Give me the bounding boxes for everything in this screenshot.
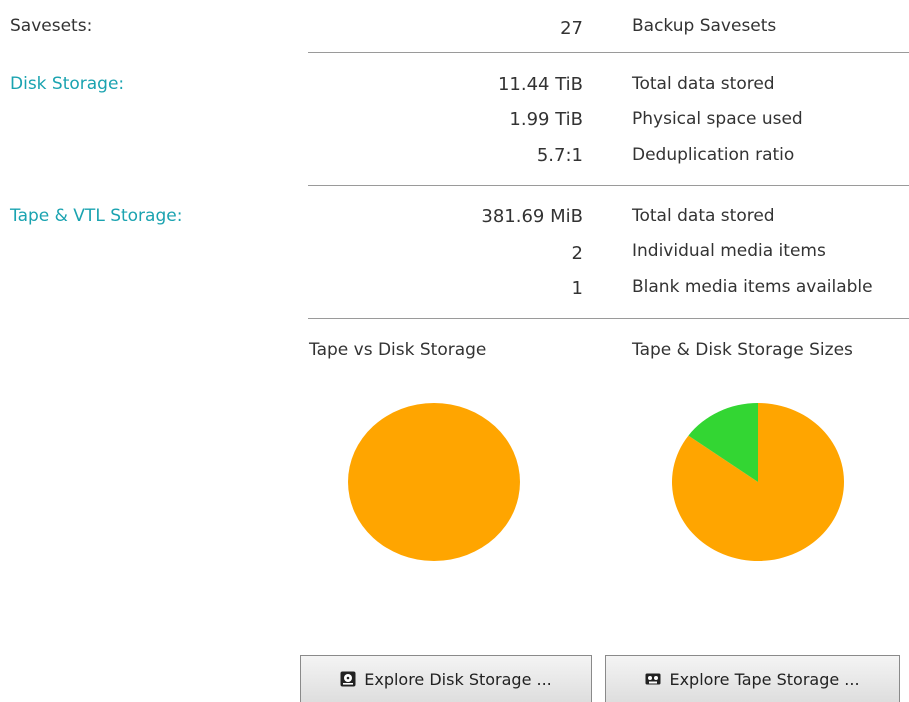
disk-total-value: 11.44 TiB	[497, 74, 583, 95]
disk-dedup-value: 5.7:1	[536, 145, 583, 166]
divider	[308, 185, 909, 186]
tape-cassette-icon	[645, 673, 661, 685]
hard-disk-icon	[340, 671, 356, 687]
pie-slice-disk	[348, 403, 520, 561]
explore-disk-storage-label: Explore Disk Storage ...	[364, 669, 552, 689]
disk-total-desc: Total data stored	[632, 74, 775, 94]
explore-tape-storage-button[interactable]: Explore Tape Storage ...	[605, 655, 900, 702]
disk-physical-value: 1.99 TiB	[509, 109, 583, 130]
savesets-label: Savesets:	[10, 16, 93, 36]
tape-blank-value: 1	[571, 278, 583, 299]
tape-blank-desc: Blank media items available	[632, 277, 873, 297]
divider	[308, 52, 909, 53]
tape-vs-disk-pie	[348, 403, 520, 561]
explore-disk-storage-button[interactable]: Explore Disk Storage ...	[300, 655, 592, 702]
divider	[308, 318, 909, 319]
tape-total-desc: Total data stored	[632, 206, 775, 226]
explore-tape-storage-label: Explore Tape Storage ...	[669, 669, 860, 689]
disk-dedup-desc: Deduplication ratio	[632, 145, 795, 165]
chart-title-storage-sizes: Tape & Disk Storage Sizes	[632, 340, 853, 360]
tape-total-value: 381.69 MiB	[481, 206, 583, 227]
tape-media-value: 2	[571, 243, 583, 264]
tape-storage-label: Tape & VTL Storage:	[10, 206, 183, 226]
tape-media-desc: Individual media items	[632, 241, 826, 261]
storage-sizes-pie	[672, 403, 844, 561]
storage-overview: Savesets: 27 Backup Savesets Disk Storag…	[0, 0, 909, 702]
savesets-desc: Backup Savesets	[632, 16, 777, 36]
disk-storage-label: Disk Storage:	[10, 74, 125, 94]
chart-title-tape-vs-disk: Tape vs Disk Storage	[309, 340, 487, 360]
savesets-value: 27	[560, 18, 583, 39]
disk-physical-desc: Physical space used	[632, 109, 803, 129]
